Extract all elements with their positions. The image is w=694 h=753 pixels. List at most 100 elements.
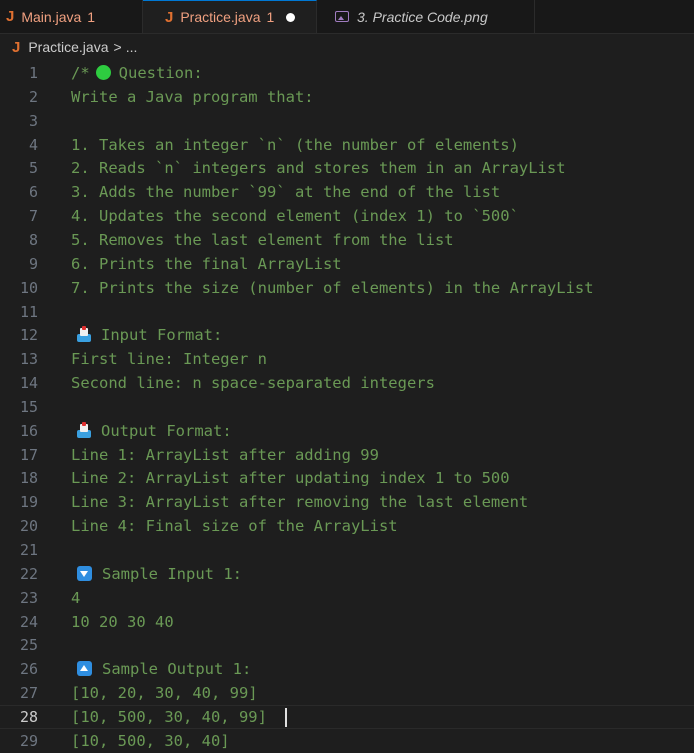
code-text: Input Format: <box>71 323 222 347</box>
code-line-text: 3. Adds the number `99` at the end of th… <box>71 183 501 202</box>
code-text: Line 1: ArrayList after adding 99 <box>71 443 379 467</box>
java-file-icon: J <box>165 8 174 26</box>
line-number: 9 <box>28 254 38 273</box>
code-line[interactable]: 15 <box>0 395 694 419</box>
code-line[interactable]: 19 Line 3: ArrayList after removing the l… <box>0 490 694 514</box>
line-number: 28 <box>19 707 38 726</box>
code-line[interactable]: 28 [10, 500, 30, 40, 99] <box>0 704 694 729</box>
code-line[interactable]: 10 7. Prints the size (number of elements… <box>0 276 694 300</box>
code-line-text: First line: Integer n <box>71 350 267 369</box>
code-text: Write a Java program that: <box>71 85 314 109</box>
code-line[interactable]: 5 2. Reads `n` integers and stores them i… <box>0 156 694 180</box>
java-file-icon: J <box>6 8 15 25</box>
code-text: 1. Takes an integer `n` (the number of e… <box>71 133 519 157</box>
line-number: 21 <box>19 541 38 559</box>
line-number: 1 <box>28 64 38 82</box>
line-number: 25 <box>19 636 38 655</box>
code-line-text: [10, 500, 30, 40] <box>71 731 230 750</box>
tab-practice-code-png[interactable]: 3. Practice Code.png <box>317 0 535 33</box>
line-number: 24 <box>19 612 38 631</box>
code-line[interactable]: 29 [10, 500, 30, 40] <box>0 729 694 753</box>
code-text: 2. Reads `n` integers and stores them in… <box>71 156 566 180</box>
line-number: 29 <box>19 731 38 750</box>
editor-tab-bar: J Main.java 1 J Practice.java 1 3. Pract… <box>0 0 694 34</box>
code-text: Sample Input 1: <box>71 562 242 586</box>
line-number: 19 <box>19 493 38 512</box>
code-line[interactable]: 12 Input Format: <box>0 323 694 347</box>
line-number: 2 <box>28 87 38 106</box>
tab-practice-java[interactable]: J Practice.java 1 <box>143 0 317 33</box>
code-text: 4. Updates the second element (index 1) … <box>71 204 519 228</box>
line-number: 5 <box>28 159 38 178</box>
code-line-text: Question: <box>118 64 203 82</box>
code-line[interactable]: 26 Sample Output 1: <box>0 657 694 681</box>
code-line[interactable]: 25 <box>0 633 694 657</box>
tab-label: Main.java <box>21 8 82 25</box>
tab-main-java[interactable]: J Main.java 1 <box>0 0 143 33</box>
code-text: /* Question: <box>71 61 203 85</box>
breadcrumb-file[interactable]: Practice.java <box>28 39 108 55</box>
code-line[interactable]: 20 Line 4: Final size of the ArrayList <box>0 514 694 538</box>
code-line[interactable]: 16 Output Format: <box>0 419 694 443</box>
code-line[interactable]: 11 <box>0 300 694 324</box>
code-text: First line: Integer n <box>71 347 267 371</box>
line-number: 27 <box>19 684 38 703</box>
code-line[interactable]: 7 4. Updates the second element (index 1)… <box>0 204 694 228</box>
code-text: Output Format: <box>71 419 232 443</box>
code-line[interactable]: 24 10 20 30 40 <box>0 610 694 634</box>
code-line-text: 10 20 30 40 <box>71 612 174 631</box>
breadcrumb-more[interactable]: ... <box>126 39 138 55</box>
code-line[interactable]: 3 <box>0 109 694 133</box>
code-line[interactable]: 27 [10, 20, 30, 40, 99] <box>0 681 694 705</box>
line-number: 10 <box>19 278 38 297</box>
code-line-text: Write a Java program that: <box>71 87 314 106</box>
code-line-text: Input Format: <box>101 326 223 345</box>
code-line-text: [10, 500, 30, 40, 99] <box>71 707 267 726</box>
line-number: 18 <box>19 469 38 488</box>
code-line-text: Line 3: ArrayList after removing the las… <box>71 493 529 512</box>
code-text: Second line: n space-separated integers <box>71 371 435 395</box>
code-line[interactable]: 18 Line 2: ArrayList after updating index… <box>0 466 694 490</box>
code-line-text: 5. Removes the last element from the lis… <box>71 230 454 249</box>
up-button-icon <box>77 661 92 677</box>
code-line[interactable]: 23 4 <box>0 586 694 610</box>
code-line-text: Sample Output 1: <box>102 660 252 679</box>
image-file-icon <box>335 11 349 22</box>
code-line[interactable]: 6 3. Adds the number `99` at the end of t… <box>0 180 694 204</box>
line-number: 15 <box>19 397 38 416</box>
line-number: 20 <box>19 517 38 536</box>
code-editor[interactable]: 1 /* Question: 2 Write a Java program that: 3… <box>0 60 694 752</box>
code-line[interactable]: 21 <box>0 538 694 562</box>
chevron-right-icon: > <box>113 39 122 55</box>
code-text: 10 20 30 40 <box>71 610 174 634</box>
code-line[interactable]: 17 Line 1: ArrayList after adding 99 <box>0 443 694 467</box>
code-line[interactable]: 4 1. Takes an integer `n` (the number of … <box>0 133 694 157</box>
code-line[interactable]: 2 Write a Java program that: <box>0 85 694 109</box>
tab-label: 3. Practice Code.png <box>357 8 488 25</box>
code-line-text: 4 <box>71 588 81 607</box>
comment-open: /* <box>71 64 90 82</box>
line-number: 8 <box>28 230 38 249</box>
code-text: [10, 500, 30, 40, 99] <box>71 706 287 728</box>
code-line[interactable]: 22 Sample Input 1: <box>0 562 694 586</box>
line-number: 22 <box>19 564 38 583</box>
code-line-text: 2. Reads `n` integers and stores them in… <box>71 159 566 178</box>
line-number: 17 <box>19 445 38 464</box>
code-text: 5. Removes the last element from the lis… <box>71 228 454 252</box>
java-file-icon: J <box>12 38 21 56</box>
code-line[interactable]: 14 Second line: n space-separated integer… <box>0 371 694 395</box>
code-line[interactable]: 1 /* Question: <box>0 61 694 85</box>
line-number: 26 <box>19 660 38 679</box>
code-line-text: Line 4: Final size of the ArrayList <box>71 517 398 536</box>
unsaved-dot-icon[interactable] <box>286 12 296 22</box>
inbox-tray-icon <box>77 326 91 343</box>
problem-count-badge: 1 <box>87 8 96 25</box>
code-line[interactable]: 8 5. Removes the last element from the li… <box>0 228 694 252</box>
code-line-text: Line 1: ArrayList after adding 99 <box>71 445 379 464</box>
code-line[interactable]: 13 First line: Integer n <box>0 347 694 371</box>
line-number: 7 <box>28 207 38 226</box>
code-line[interactable]: 9 6. Prints the final ArrayList <box>0 252 694 276</box>
line-number: 16 <box>19 421 38 440</box>
line-number: 11 <box>19 302 38 321</box>
problem-count-badge: 1 <box>266 9 275 25</box>
